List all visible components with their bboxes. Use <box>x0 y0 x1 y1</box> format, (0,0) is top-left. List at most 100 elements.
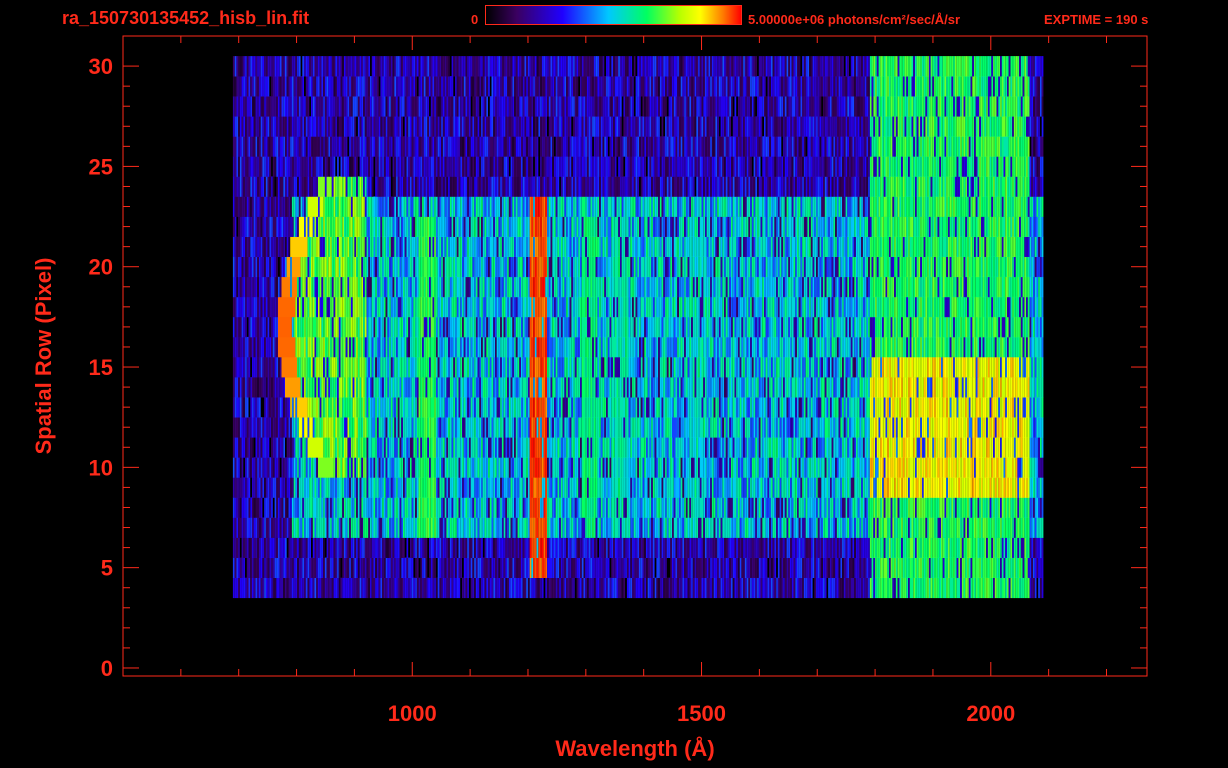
heatmap-cell <box>552 377 554 398</box>
heatmap-cell <box>519 497 521 518</box>
heatmap-cell <box>356 517 358 538</box>
heatmap-cell <box>442 517 445 538</box>
heatmap-cell <box>444 417 447 438</box>
heatmap-cell <box>743 477 745 498</box>
heatmap-cell <box>666 457 669 478</box>
heatmap-cell <box>715 497 718 518</box>
heatmap-cell <box>420 477 423 498</box>
heatmap-cell <box>701 397 704 418</box>
heatmap-cell <box>885 537 888 558</box>
heatmap-cell <box>1001 397 1004 418</box>
heatmap-cell <box>571 437 574 458</box>
heatmap-cell <box>469 557 471 578</box>
heatmap-cell <box>543 517 546 538</box>
heatmap-cell <box>380 537 383 558</box>
heatmap-cell <box>517 437 520 458</box>
heatmap-cell <box>705 377 707 398</box>
heatmap-cell <box>866 557 869 578</box>
heatmap-cell <box>939 397 941 418</box>
heatmap-cell <box>958 417 961 438</box>
heatmap-cell <box>958 477 961 498</box>
heatmap-cell <box>276 457 278 478</box>
heatmap-cell <box>843 377 846 398</box>
heatmap-cell <box>342 557 344 578</box>
heatmap-cell <box>684 577 686 599</box>
heatmap-cell <box>278 517 280 538</box>
heatmap-cell <box>408 397 410 418</box>
heatmap-cell <box>550 497 553 518</box>
heatmap-cell <box>434 377 436 398</box>
heatmap-cell <box>600 477 603 498</box>
heatmap-cell <box>333 377 336 398</box>
heatmap-cell <box>474 497 476 518</box>
heatmap-cell <box>378 437 381 458</box>
heatmap-cell <box>904 517 907 538</box>
heatmap-cell <box>908 457 910 478</box>
heatmap-cell <box>932 537 935 558</box>
heatmap-cell <box>276 577 278 599</box>
heatmap-cell <box>442 537 445 558</box>
heatmap-cell <box>727 377 730 398</box>
heatmap-cell <box>772 477 775 498</box>
heatmap-cell <box>260 497 263 518</box>
heatmap-cell <box>923 377 926 398</box>
heatmap-cell <box>382 537 384 558</box>
heatmap-cell <box>894 377 896 398</box>
heatmap-cell <box>727 457 730 478</box>
heatmap-cell <box>993 537 995 558</box>
heatmap-cell <box>533 537 535 558</box>
heatmap-cell <box>750 497 752 518</box>
heatmap-cell <box>708 397 711 418</box>
heatmap-cell <box>951 537 954 558</box>
heatmap-cell <box>595 537 598 558</box>
heatmap-cell <box>682 537 685 558</box>
heatmap-cell <box>342 577 344 599</box>
heatmap-cell <box>713 577 716 599</box>
heatmap-cell <box>246 397 249 418</box>
heatmap-cell <box>738 377 740 398</box>
heatmap-cell <box>646 537 648 558</box>
heatmap-cell <box>975 497 978 518</box>
heatmap-cell <box>394 497 396 518</box>
heatmap-cell <box>710 517 712 538</box>
heatmap-cell <box>633 497 636 518</box>
heatmap-cell <box>420 397 423 418</box>
heatmap-cell <box>574 557 577 578</box>
heatmap-cell <box>399 537 402 558</box>
heatmap-cell <box>488 517 490 538</box>
heatmap-cell <box>281 437 284 458</box>
heatmap-cell <box>691 437 693 458</box>
heatmap-cell <box>842 457 844 478</box>
heatmap-cell <box>710 397 712 418</box>
heatmap-cell <box>916 517 919 538</box>
heatmap-cell <box>937 457 940 478</box>
heatmap-cell <box>482 497 485 518</box>
heatmap-cell <box>347 377 350 398</box>
heatmap-cell <box>331 517 334 538</box>
heatmap-cell <box>517 517 520 538</box>
heatmap-cell <box>897 497 900 518</box>
heatmap-cell <box>1007 497 1009 518</box>
heatmap-cell <box>927 457 929 478</box>
heatmap-cell <box>396 477 398 498</box>
heatmap-cell <box>434 517 436 538</box>
heatmap-cell <box>777 437 780 458</box>
heatmap-cell <box>328 477 331 498</box>
heatmap-cell <box>515 517 518 538</box>
heatmap-cell <box>344 517 346 538</box>
heatmap-cell <box>970 477 973 498</box>
heatmap-cell <box>689 417 692 438</box>
heatmap-cell <box>649 577 652 599</box>
heatmap-cell <box>856 517 858 538</box>
heatmap-cell <box>488 537 490 558</box>
heatmap-cell <box>600 437 603 458</box>
heatmap-cell <box>399 397 402 418</box>
heatmap-cell <box>672 537 674 558</box>
heatmap-cell <box>390 497 393 518</box>
heatmap-cell <box>635 417 638 438</box>
heatmap-cell <box>458 517 461 538</box>
heatmap-cell <box>685 477 688 498</box>
heatmap-cell <box>522 517 525 538</box>
heatmap-cell <box>861 417 863 438</box>
heatmap-cell <box>505 417 508 438</box>
